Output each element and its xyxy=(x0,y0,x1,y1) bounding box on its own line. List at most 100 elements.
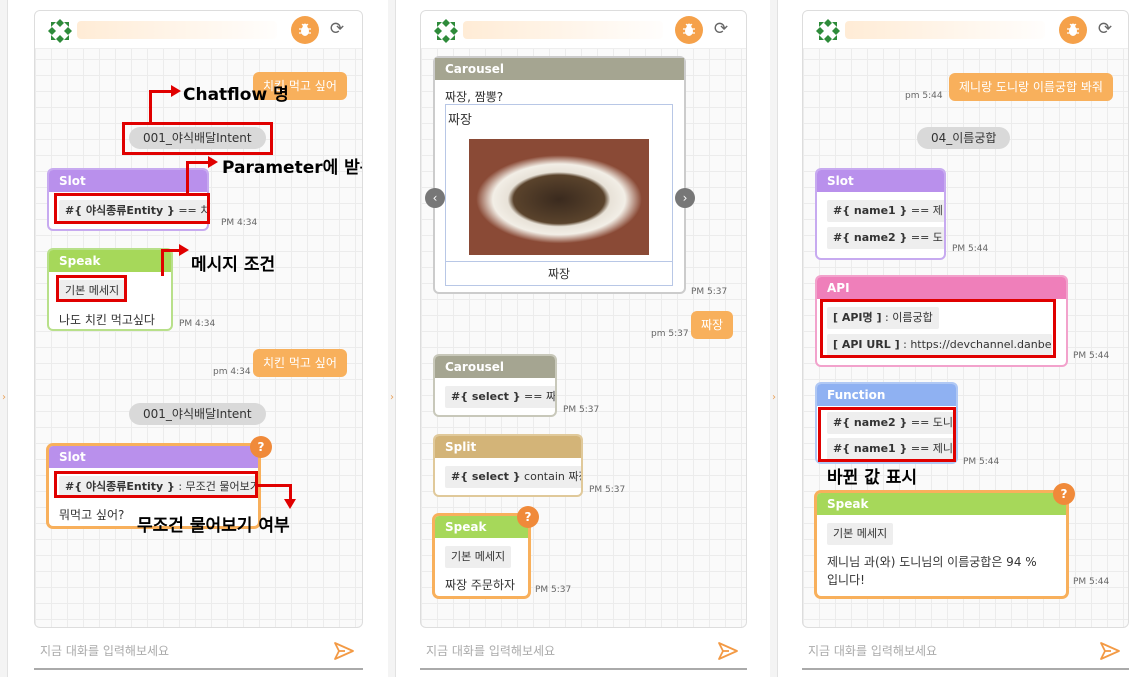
chat-header: ⟳ xyxy=(803,11,1128,49)
timestamp: PM 5:37 xyxy=(535,585,572,595)
chat-header: ⟳ xyxy=(35,11,362,49)
arrow-line xyxy=(161,250,164,276)
speak-card[interactable]: Speak 기본 메세지 짜장 주문하자 xyxy=(433,514,530,598)
arrow-line xyxy=(186,162,189,194)
carousel-condition-card[interactable]: Carousel #{ select } == 짜장 xyxy=(433,354,557,417)
carousel-button[interactable]: 짜장 xyxy=(446,261,672,285)
chat-area: ⟳ Carousel 짜장, 짬뽕? 짜장 짜장 ‹ › PM 5:37 pm … xyxy=(420,10,747,628)
speak-text: 짜장 주문하자 xyxy=(445,578,516,592)
header-glow xyxy=(845,21,1045,39)
arrow-line xyxy=(149,91,152,123)
chat-panel-3: ⟳ pm 5:44 제니랑 도니랑 이름궁합 봐줘 04_이름궁합 Slot #… xyxy=(802,10,1129,677)
slot-condition: #{ name2 } == 도니 xyxy=(827,227,944,249)
question-badge-icon[interactable]: ? xyxy=(1053,483,1075,505)
timestamp: PM 5:44 xyxy=(1073,351,1110,361)
timestamp: PM 5:44 xyxy=(1073,577,1110,587)
arrow-line xyxy=(257,484,291,487)
speak-card-title: Speak xyxy=(817,493,1066,515)
logo-icon xyxy=(434,19,458,43)
send-icon[interactable] xyxy=(717,640,739,662)
gutter-3: › xyxy=(770,0,778,677)
highlight-box xyxy=(54,193,210,224)
header-glow xyxy=(77,21,277,39)
arrow-head-icon xyxy=(179,244,189,256)
highlight-box xyxy=(122,122,273,155)
condition-variable: #{ select } xyxy=(451,390,521,403)
speak-text-line1: 제니님 과(와) 도니님의 이름궁합은 94 % xyxy=(827,555,1037,569)
question-badge-icon[interactable]: ? xyxy=(250,436,272,458)
arrow-head-icon xyxy=(208,156,218,168)
slot-question: 뭐먹고 싶어? xyxy=(59,508,125,522)
expand-arrow-icon[interactable]: › xyxy=(388,392,396,403)
carousel-item[interactable]: 짜장 짜장 xyxy=(445,104,673,286)
food-image xyxy=(469,139,649,255)
bug-icon[interactable] xyxy=(675,16,703,44)
timestamp: PM 5:37 xyxy=(563,405,600,415)
api-card-title: API xyxy=(817,277,1066,299)
bug-icon[interactable] xyxy=(291,16,319,44)
carousel-prev-icon[interactable]: ‹ xyxy=(425,188,445,208)
chat-input[interactable]: 지금 대화를 입력해보세요 xyxy=(420,630,747,670)
highlight-box xyxy=(54,471,258,498)
refresh-icon[interactable]: ⟳ xyxy=(711,19,731,39)
expand-arrow-icon[interactable]: › xyxy=(770,392,778,403)
arrow-line xyxy=(161,249,181,252)
arrow-head-icon xyxy=(284,499,296,509)
timestamp: PM 5:44 xyxy=(952,244,989,254)
intent-label: 001_야식배달Intent xyxy=(129,403,266,425)
bug-icon[interactable] xyxy=(1059,16,1087,44)
annotation-changed-value: 바뀐 값 표시 xyxy=(827,468,918,488)
slot-card-title: Slot xyxy=(817,170,944,192)
chat-input[interactable]: 지금 대화를 입력해보세요 xyxy=(34,630,363,670)
arrow-line xyxy=(289,484,292,500)
annotation-message-condition: 메시지 조건 xyxy=(191,255,276,275)
arrow-head-icon xyxy=(171,85,181,97)
chat-panel-2: ⟳ Carousel 짜장, 짬뽕? 짜장 짜장 ‹ › PM 5:37 pm … xyxy=(420,10,747,677)
speak-text: 나도 치킨 먹고싶다 xyxy=(59,313,155,327)
gutter-2: › xyxy=(388,0,396,677)
timestamp: PM 5:44 xyxy=(963,457,1000,467)
question-badge-icon[interactable]: ? xyxy=(517,506,539,528)
carousel-next-icon[interactable]: › xyxy=(675,188,695,208)
carousel-card[interactable]: Carousel 짜장, 짬뽕? 짜장 짜장 ‹ › xyxy=(425,56,695,294)
slot-card[interactable]: Slot #{ name1 } == 제니 #{ name2 } == 도니 xyxy=(815,168,946,260)
message-tag: 기본 메세지 xyxy=(827,523,894,545)
speak-card-title: Speak xyxy=(435,516,528,538)
split-card[interactable]: Split #{ select } contain 짜장 xyxy=(433,434,583,497)
chat-panel-1: ⟳ 치킨 먹고 싶어 001_야식배달Intent Slot #{ 야식종류En… xyxy=(34,10,363,677)
user-message: 짜장 xyxy=(691,311,734,339)
condition-operator: == 짜장 xyxy=(524,390,557,403)
refresh-icon[interactable]: ⟳ xyxy=(327,19,347,39)
expand-arrow-icon[interactable]: › xyxy=(0,392,8,403)
send-icon[interactable] xyxy=(333,640,355,662)
timestamp: pm 4:34 xyxy=(213,367,251,377)
arrow-line xyxy=(149,90,173,93)
header-glow xyxy=(463,21,663,39)
intent-label: 04_이름궁합 xyxy=(917,127,1011,149)
refresh-icon[interactable]: ⟳ xyxy=(1095,19,1115,39)
chat-area: ⟳ 치킨 먹고 싶어 001_야식배달Intent Slot #{ 야식종류En… xyxy=(34,10,363,628)
card-title: Carousel xyxy=(435,356,555,378)
input-placeholder: 지금 대화를 입력해보세요 xyxy=(426,644,556,658)
slot-variable: #{ name2 } xyxy=(833,231,908,244)
annotation-parameter: Parameter에 받은 값 xyxy=(222,158,362,178)
left-gutter: › xyxy=(0,0,8,677)
timestamp: PM 5:37 xyxy=(589,485,626,495)
function-card-title: Function xyxy=(817,384,956,406)
send-icon[interactable] xyxy=(1099,640,1121,662)
speak-card[interactable]: Speak 기본 메세지 제니님 과(와) 도니님의 이름궁합은 94 % 입니… xyxy=(815,491,1068,598)
slot-card-title: Slot xyxy=(49,170,207,192)
input-placeholder: 지금 대화를 입력해보세요 xyxy=(808,644,938,658)
chat-input[interactable]: 지금 대화를 입력해보세요 xyxy=(802,630,1129,670)
highlight-box xyxy=(818,407,956,462)
chat-area: ⟳ pm 5:44 제니랑 도니랑 이름궁합 봐줘 04_이름궁합 Slot #… xyxy=(802,10,1129,628)
input-placeholder: 지금 대화를 입력해보세요 xyxy=(40,644,170,658)
slot-condition: #{ name1 } == 제니 xyxy=(827,200,944,222)
condition-row: #{ select } == 짜장 xyxy=(445,386,557,408)
slot-operator: == 도니 xyxy=(910,231,944,244)
condition-row: #{ select } contain 짜장 xyxy=(445,466,581,488)
condition-variable: #{ select } xyxy=(451,470,521,483)
message-tag: 기본 메세지 xyxy=(445,546,512,568)
timestamp: pm 5:44 xyxy=(905,91,943,101)
logo-icon xyxy=(48,19,72,43)
